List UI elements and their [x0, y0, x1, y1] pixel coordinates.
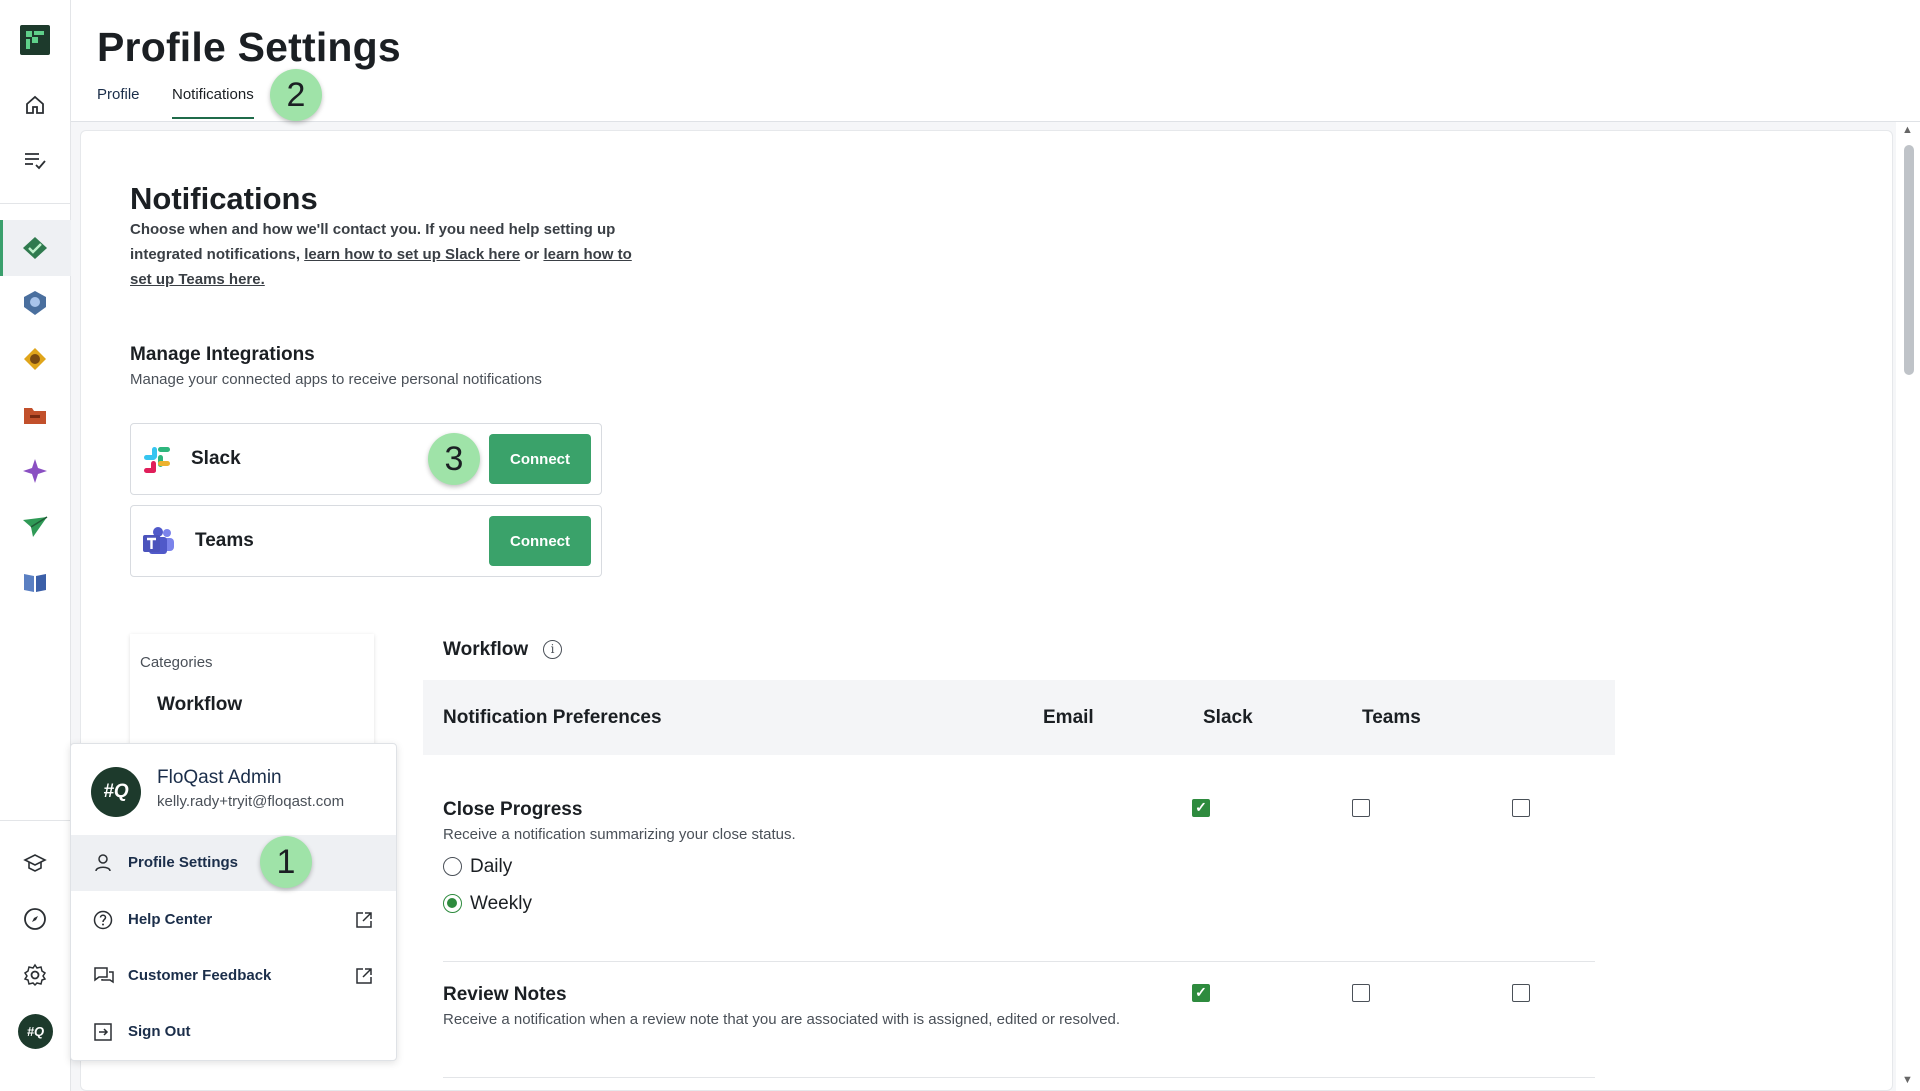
teams-integration-name: Teams — [195, 530, 254, 551]
page-header: Profile Settings Profile Notifications — [71, 0, 1920, 122]
scrollbar-thumb[interactable] — [1904, 145, 1914, 375]
user-email: kelly.rady+tryit@floqast.com — [157, 793, 345, 810]
review-notes-teams-checkbox[interactable] — [1512, 984, 1530, 1002]
folder-icon[interactable] — [20, 400, 50, 430]
teams-logo-icon — [141, 526, 174, 558]
menu-label-sign-out: Sign Out — [128, 1023, 191, 1040]
scroll-up-arrow[interactable]: ▲ — [1902, 124, 1913, 136]
feedback-icon — [93, 966, 114, 986]
close-progress-teams-checkbox[interactable] — [1512, 799, 1530, 817]
step-badge-3: 3 — [428, 433, 480, 485]
floqast-logo-icon[interactable] — [20, 25, 50, 55]
manage-integrations-title: Manage Integrations — [130, 344, 315, 365]
book-icon[interactable] — [20, 567, 50, 597]
radio-weekly-label: Weekly — [470, 893, 532, 914]
col-header-teams: Teams — [1362, 707, 1421, 728]
home-icon[interactable] — [20, 90, 50, 120]
slack-integration-name: Slack — [191, 448, 241, 469]
settings-gear-icon[interactable] — [20, 960, 50, 990]
tab-profile[interactable]: Profile — [97, 86, 140, 117]
user-menu: #Q FloQast Admin kelly.rady+tryit@floqas… — [70, 743, 397, 1061]
pref-divider — [443, 1077, 1595, 1078]
compliance-icon[interactable] — [20, 288, 50, 318]
categories-panel: Categories Workflow — [130, 634, 374, 754]
step-badge-2: 2 — [270, 69, 322, 121]
manage-integrations-subtitle: Manage your connected apps to receive pe… — [130, 371, 542, 388]
close-progress-slack-checkbox[interactable] — [1352, 799, 1370, 817]
left-nav-rail: #Q — [0, 0, 71, 1091]
teams-connect-button[interactable]: Connect — [489, 516, 591, 566]
reconciliation-icon[interactable] — [20, 344, 50, 374]
external-link-icon — [354, 966, 374, 986]
categories-label: Categories — [140, 654, 213, 671]
review-notes-email-checkbox[interactable]: ✓ — [1192, 984, 1210, 1002]
notifications-description: Choose when and how we'll contact you. I… — [130, 217, 650, 292]
close-module-icon[interactable] — [20, 233, 50, 263]
checklist-icon[interactable] — [20, 145, 50, 175]
menu-label-customer-feedback: Customer Feedback — [128, 967, 272, 984]
info-icon[interactable]: i — [543, 640, 562, 659]
radio-daily[interactable] — [443, 857, 462, 876]
slack-connect-button[interactable]: Connect — [489, 434, 591, 484]
menu-item-sign-out[interactable]: Sign Out — [71, 1004, 396, 1060]
scroll-down-arrow[interactable]: ▼ — [1902, 1074, 1913, 1086]
category-item-workflow[interactable]: Workflow — [157, 694, 242, 716]
pref-title-review-notes: Review Notes — [443, 984, 567, 1005]
or-text: or — [524, 246, 540, 263]
menu-item-profile-settings[interactable]: Profile Settings — [71, 835, 396, 891]
workflow-title: Workflow — [443, 639, 529, 660]
pref-desc-review-notes: Receive a notification when a review not… — [443, 1011, 1121, 1028]
menu-item-customer-feedback[interactable]: Customer Feedback — [71, 948, 396, 1004]
col-header-preferences: Notification Preferences — [443, 707, 662, 728]
tab-notifications[interactable]: Notifications — [172, 86, 254, 119]
close-progress-email-checkbox[interactable]: ✓ — [1192, 799, 1210, 817]
radio-weekly[interactable] — [443, 894, 462, 913]
col-header-email: Email — [1043, 707, 1094, 728]
user-name: FloQast Admin — [157, 767, 282, 788]
col-header-slack: Slack — [1203, 707, 1253, 728]
page-title: Profile Settings — [97, 24, 401, 70]
slack-integration-card: Slack Connect — [130, 423, 602, 495]
external-link-icon — [354, 910, 374, 930]
notification-preferences-header: Notification Preferences Email Slack Tea… — [423, 680, 1615, 755]
menu-label-help-center: Help Center — [128, 911, 213, 928]
compass-icon[interactable] — [20, 904, 50, 934]
person-icon — [93, 853, 113, 873]
step-badge-1: 1 — [260, 836, 312, 888]
user-avatar: #Q — [91, 767, 141, 817]
pref-divider — [443, 961, 1595, 962]
notifications-title: Notifications — [130, 181, 318, 216]
sign-out-icon — [93, 1022, 113, 1042]
help-icon — [93, 910, 113, 930]
send-icon[interactable] — [20, 512, 50, 542]
ai-sparkle-icon[interactable] — [20, 456, 50, 486]
menu-item-help-center[interactable]: Help Center — [71, 892, 396, 948]
review-notes-slack-checkbox[interactable] — [1352, 984, 1370, 1002]
slack-logo-icon — [141, 444, 173, 476]
user-avatar-button[interactable]: #Q — [18, 1014, 53, 1049]
radio-daily-label: Daily — [470, 856, 513, 877]
pref-desc-close-progress: Receive a notification summarizing your … — [443, 826, 796, 843]
menu-label-profile-settings: Profile Settings — [128, 854, 239, 871]
slack-setup-link[interactable]: learn how to set up Slack here — [304, 246, 520, 263]
learning-cap-icon[interactable] — [20, 848, 50, 878]
pref-title-close-progress: Close Progress — [443, 799, 583, 820]
teams-integration-card: Teams Connect — [130, 505, 602, 577]
